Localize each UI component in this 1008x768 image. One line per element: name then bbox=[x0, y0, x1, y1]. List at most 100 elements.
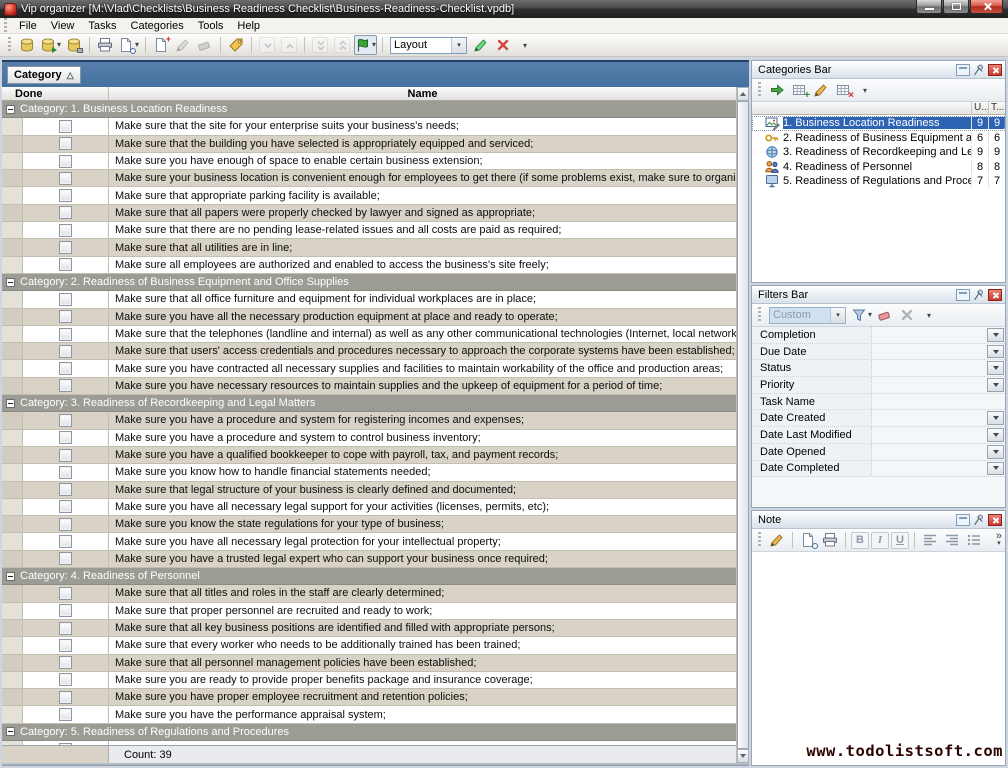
task-row[interactable]: Make sure that appropriate parking facil… bbox=[2, 187, 736, 204]
dropdown-caret[interactable]: ▾ bbox=[135, 41, 139, 49]
category-item[interactable]: 2. Readiness of Business Equipment and O… bbox=[752, 131, 1005, 146]
filter-button[interactable]: ▾ bbox=[850, 305, 873, 325]
delete-button[interactable] bbox=[897, 305, 917, 325]
bold-button[interactable]: B bbox=[851, 532, 869, 549]
print-button[interactable] bbox=[820, 530, 840, 550]
task-row[interactable]: Make sure you have all the necessary pro… bbox=[2, 309, 736, 326]
apply-layout-button[interactable] bbox=[471, 35, 491, 55]
move-top-button[interactable] bbox=[332, 35, 352, 55]
print-preview-button[interactable]: ▾ bbox=[117, 35, 140, 55]
category-group-row[interactable]: Category: 3. Readiness of Recordkeeping … bbox=[2, 395, 736, 412]
task-checkbox[interactable] bbox=[59, 639, 72, 652]
filter-value[interactable] bbox=[872, 444, 986, 460]
menu-tools[interactable]: Tools bbox=[191, 19, 231, 33]
layout-combobox[interactable]: Layout▾ bbox=[390, 37, 467, 54]
category-item[interactable]: 3. Readiness of Recordkeeping and Legal … bbox=[752, 145, 1005, 160]
task-checkbox[interactable] bbox=[59, 518, 72, 531]
task-checkbox[interactable] bbox=[59, 137, 72, 150]
task-row[interactable]: Make sure that the building you have sel… bbox=[2, 136, 736, 153]
task-checkbox[interactable] bbox=[59, 224, 72, 237]
task-row[interactable]: Make sure you have a qualified bookkeepe… bbox=[2, 447, 736, 464]
collapse-icon[interactable] bbox=[6, 105, 15, 114]
note-maximize-button[interactable] bbox=[956, 514, 970, 526]
task-checkbox[interactable] bbox=[59, 535, 72, 548]
categories-bar-close-button[interactable] bbox=[988, 64, 1002, 76]
task-checkbox[interactable] bbox=[59, 552, 72, 565]
task-checkbox[interactable] bbox=[59, 656, 72, 669]
filters-bar-close-button[interactable] bbox=[988, 289, 1002, 301]
align-right-button[interactable] bbox=[942, 530, 962, 550]
task-row[interactable]: Make sure that all personnel management … bbox=[2, 655, 736, 672]
task-row[interactable]: Make sure that the telephones (landline … bbox=[2, 326, 736, 343]
menu-file[interactable]: File bbox=[12, 19, 44, 33]
task-checkbox[interactable] bbox=[59, 241, 72, 254]
task-checkbox[interactable] bbox=[59, 673, 72, 686]
category-group-row[interactable]: Category: 5. Readiness of Regulations an… bbox=[2, 724, 736, 741]
menu-categories[interactable]: Categories bbox=[124, 19, 191, 33]
task-row[interactable]: Make sure you have necessary resources t… bbox=[2, 378, 736, 395]
column-header-uncompleted[interactable]: U... bbox=[971, 102, 988, 114]
menu-help[interactable]: Help bbox=[230, 19, 267, 33]
task-checkbox[interactable] bbox=[59, 622, 72, 635]
minimize-button[interactable] bbox=[916, 0, 942, 14]
note-editor[interactable] bbox=[752, 552, 1005, 765]
note-close-button[interactable] bbox=[988, 514, 1002, 526]
task-checkbox[interactable] bbox=[59, 206, 72, 219]
filters-bar-maximize-button[interactable] bbox=[956, 289, 970, 301]
close-button[interactable] bbox=[970, 0, 1003, 14]
category-item[interactable]: 5. Readiness of Regulations and Procedur… bbox=[752, 174, 1005, 189]
task-row[interactable]: Make sure that all papers were properly … bbox=[2, 205, 736, 222]
filter-value[interactable] bbox=[872, 427, 986, 443]
scroll-up-button[interactable] bbox=[737, 87, 749, 101]
dropdown-caret[interactable]: ▾ bbox=[372, 41, 376, 49]
task-row[interactable]: Make sure that every worker who needs to… bbox=[2, 637, 736, 654]
open-database-button[interactable]: ▾ bbox=[39, 35, 62, 55]
filter-dropdown-button[interactable] bbox=[987, 411, 1004, 425]
caret-button[interactable]: ▾ bbox=[515, 35, 535, 55]
task-checkbox[interactable] bbox=[59, 310, 72, 323]
category-group-row[interactable]: Category: 1. Business Location Readiness bbox=[2, 101, 736, 118]
task-checkbox[interactable] bbox=[59, 379, 72, 392]
layout-combobox-dropdown-button[interactable]: ▾ bbox=[451, 38, 466, 53]
scrollbar-thumb[interactable] bbox=[737, 101, 749, 749]
task-checkbox[interactable] bbox=[59, 604, 72, 617]
title-bar[interactable]: Vip organizer [M:\Vlad\Checklists\Busine… bbox=[0, 0, 1008, 18]
collapse-icon[interactable] bbox=[6, 572, 15, 581]
task-row[interactable]: Make sure that there are no pending leas… bbox=[2, 222, 736, 239]
column-header-done[interactable]: Done bbox=[2, 87, 109, 100]
categories-bar-maximize-button[interactable] bbox=[956, 64, 970, 76]
underline-button[interactable]: U bbox=[891, 532, 909, 549]
group-by-category-button[interactable]: Category △ bbox=[7, 66, 81, 84]
task-row[interactable]: Make sure you have a procedure and syste… bbox=[2, 430, 736, 447]
task-checkbox[interactable] bbox=[59, 483, 72, 496]
column-header-name[interactable]: Name bbox=[109, 87, 736, 100]
task-row[interactable]: Make sure you are ready to provide prope… bbox=[2, 672, 736, 689]
task-checkbox[interactable] bbox=[59, 189, 72, 202]
task-checkbox[interactable] bbox=[59, 293, 72, 306]
category-item[interactable]: 4. Readiness of Personnel88 bbox=[752, 160, 1005, 175]
task-checkbox[interactable] bbox=[59, 414, 72, 427]
task-checkbox[interactable] bbox=[59, 120, 72, 133]
note-pin-button[interactable] bbox=[972, 514, 986, 526]
filter-dropdown-button[interactable] bbox=[987, 445, 1004, 459]
task-checkbox[interactable] bbox=[59, 500, 72, 513]
filter-dropdown-button[interactable] bbox=[987, 361, 1004, 375]
maximize-button[interactable] bbox=[943, 0, 969, 14]
edit-task-button[interactable] bbox=[173, 35, 193, 55]
tag-button[interactable] bbox=[226, 35, 246, 55]
filter-value[interactable] bbox=[872, 327, 986, 343]
task-checkbox[interactable] bbox=[59, 587, 72, 600]
task-row[interactable]: Make sure that all key business position… bbox=[2, 620, 736, 637]
task-row[interactable]: Make sure you have enough of space to en… bbox=[2, 153, 736, 170]
new-task-button[interactable]: + bbox=[151, 35, 171, 55]
task-row[interactable]: Make sure you have a procedure and syste… bbox=[2, 412, 736, 429]
italic-button[interactable]: I bbox=[871, 532, 889, 549]
filter-dropdown-button[interactable] bbox=[987, 462, 1004, 476]
task-row[interactable]: Make sure you know the state regulations… bbox=[2, 516, 736, 533]
task-checkbox[interactable] bbox=[59, 362, 72, 375]
task-checkbox[interactable] bbox=[59, 172, 72, 185]
layout-flag-button[interactable]: ▾ bbox=[354, 35, 377, 55]
edit-note-button[interactable] bbox=[767, 530, 787, 550]
move-down-button[interactable] bbox=[257, 35, 277, 55]
task-row[interactable]: Make sure you have contracted all necess… bbox=[2, 360, 736, 377]
